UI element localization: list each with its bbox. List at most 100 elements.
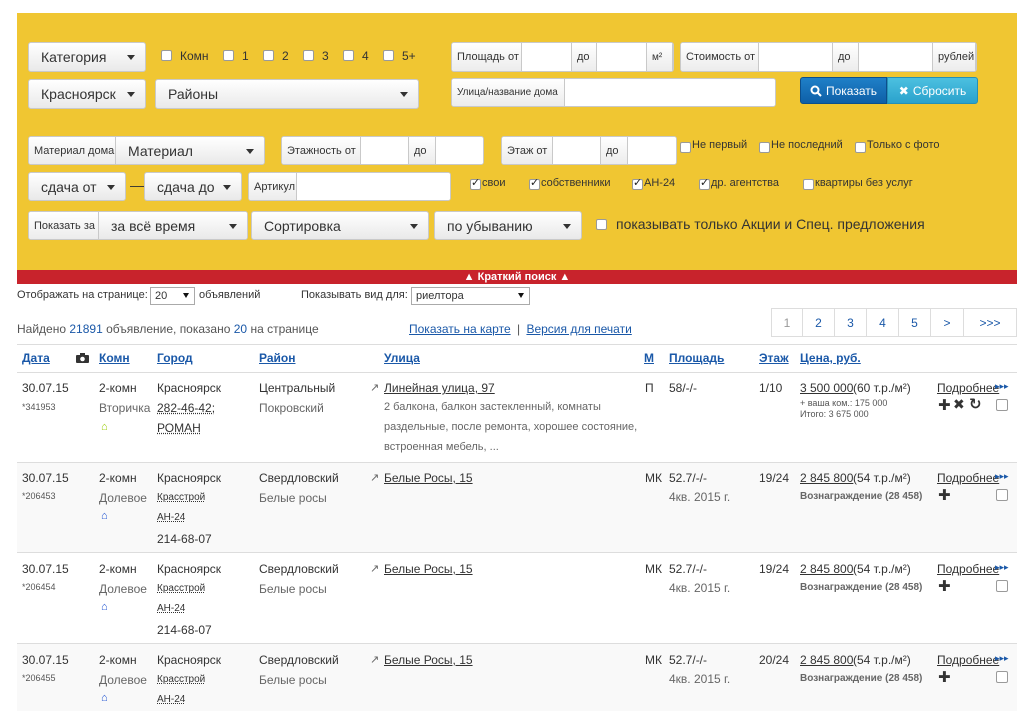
more-arrows-icon[interactable]: ▸▸▸: [995, 381, 1009, 392]
row-contact-name[interactable]: РОМАН: [157, 421, 201, 435]
article-input[interactable]: [297, 173, 450, 200]
with-photo-checkbox[interactable]: [855, 142, 866, 153]
row-area: 52.7/-/-: [669, 562, 708, 576]
rooms-checkbox[interactable]: [161, 50, 172, 61]
row-price[interactable]: 3 500 000: [800, 381, 853, 395]
row-desc-line: встроенная мебель, ...: [384, 441, 499, 453]
page-2[interactable]: 2: [802, 308, 835, 337]
row-contact-agency[interactable]: АН-24: [157, 512, 185, 523]
an24-checkbox[interactable]: [632, 176, 643, 190]
not-first-checkbox[interactable]: [680, 142, 691, 153]
price-from-label: Стоимость от: [681, 43, 759, 71]
row-select-checkbox[interactable]: [996, 580, 1008, 592]
area-to-input[interactable]: [597, 43, 647, 71]
add-icon[interactable]: ✚: [938, 396, 951, 414]
print-version-link[interactable]: Версия для печати: [526, 322, 631, 336]
row-price[interactable]: 2 845 800: [800, 562, 853, 576]
row-select-checkbox[interactable]: [996, 489, 1008, 501]
street-input[interactable]: [565, 79, 775, 106]
show-button[interactable]: Показать: [800, 77, 887, 104]
row-price[interactable]: 2 845 800: [800, 471, 853, 485]
row-city: Красноярск: [157, 653, 222, 667]
row-more-link[interactable]: Подробнее: [937, 471, 999, 485]
range-dash: —: [130, 177, 144, 193]
row-street-link[interactable]: Белые Росы, 15: [384, 653, 473, 667]
col-material[interactable]: М: [644, 351, 654, 365]
rooms-2-checkbox[interactable]: [263, 50, 274, 61]
rooms-5plus-checkbox[interactable]: [383, 50, 394, 61]
refresh-icon[interactable]: ↻: [969, 395, 982, 413]
row-street-link[interactable]: Белые Росы, 15: [384, 562, 473, 576]
no-fee-checkbox[interactable]: [803, 179, 814, 190]
show-on-map-link[interactable]: Показать на карте: [409, 322, 511, 336]
delivery-from-dropdown[interactable]: сдача от: [28, 172, 126, 201]
row-more-link[interactable]: Подробнее: [937, 653, 999, 667]
floors-to-input[interactable]: [436, 137, 483, 164]
page-1[interactable]: 1: [771, 308, 803, 337]
floors-from-input[interactable]: [361, 137, 409, 164]
sort-dropdown[interactable]: Сортировка: [251, 211, 429, 240]
more-arrows-icon[interactable]: ▸▸▸: [995, 562, 1009, 573]
not-first-label: Не первый: [692, 139, 748, 151]
other-agencies-checkbox[interactable]: [699, 176, 710, 190]
add-icon[interactable]: ✚: [938, 668, 951, 686]
row-select-checkbox[interactable]: [996, 671, 1008, 683]
category-dropdown[interactable]: Категория: [28, 42, 146, 72]
col-area[interactable]: Площадь: [669, 351, 724, 365]
order-dropdown[interactable]: по убыванию: [434, 211, 582, 240]
districts-dropdown[interactable]: Районы: [155, 79, 419, 109]
page-5[interactable]: 5: [898, 308, 931, 337]
city-dropdown[interactable]: Красноярск: [28, 79, 146, 109]
rooms-4-checkbox[interactable]: [343, 50, 354, 61]
page-3[interactable]: 3: [834, 308, 867, 337]
row-street-link[interactable]: Линейная улица, 97: [384, 381, 495, 395]
row-more-link[interactable]: Подробнее: [937, 381, 999, 395]
delivery-to-dropdown[interactable]: сдача до: [144, 172, 242, 201]
price-from-input[interactable]: [759, 43, 833, 71]
per-page-select[interactable]: 20: [150, 287, 195, 305]
row-more-link[interactable]: Подробнее: [937, 562, 999, 576]
col-district[interactable]: Район: [259, 351, 295, 365]
row-contact-phone[interactable]: 282-46-42;: [157, 401, 215, 415]
article-field: Артикул: [248, 172, 451, 201]
row-contact-company[interactable]: Красстрой: [157, 492, 205, 503]
row-street-link[interactable]: Белые Росы, 15: [384, 471, 473, 485]
reset-button[interactable]: ✖ Сбросить: [887, 77, 978, 104]
period-dropdown[interactable]: за всё время: [99, 212, 247, 239]
short-search-toggle[interactable]: ▲ Краткий поиск ▲: [17, 270, 1017, 284]
promo-only-checkbox[interactable]: [596, 219, 607, 230]
more-arrows-icon[interactable]: ▸▸▸: [995, 471, 1009, 482]
not-last-label: Не последний: [771, 139, 843, 151]
not-last-checkbox[interactable]: [759, 142, 770, 153]
own-checkbox[interactable]: [470, 176, 481, 190]
col-floor[interactable]: Этаж: [759, 351, 789, 365]
col-price[interactable]: Цена, руб.: [800, 351, 861, 365]
add-icon[interactable]: ✚: [938, 577, 951, 595]
row-contact-company[interactable]: Красстрой: [157, 674, 205, 685]
row-contact-agency[interactable]: АН-24: [157, 603, 185, 614]
col-street[interactable]: Улица: [384, 351, 420, 365]
page-4[interactable]: 4: [866, 308, 899, 337]
add-icon[interactable]: ✚: [938, 486, 951, 504]
material-dropdown[interactable]: Материал: [116, 137, 264, 164]
page-last[interactable]: >>>: [963, 308, 1017, 337]
page-next[interactable]: >: [930, 308, 964, 337]
row-contact-company[interactable]: Красстрой: [157, 583, 205, 594]
row-contact-agency[interactable]: АН-24: [157, 694, 185, 705]
owners-checkbox[interactable]: [529, 176, 540, 190]
close-icon[interactable]: ✖: [953, 396, 965, 413]
price-to-input[interactable]: [859, 43, 933, 71]
col-city[interactable]: Город: [157, 351, 193, 365]
rooms-1-checkbox[interactable]: [223, 50, 234, 61]
row-select-checkbox[interactable]: [996, 399, 1008, 411]
found-text-2: объявление, показано: [106, 322, 231, 336]
rooms-3-checkbox[interactable]: [303, 50, 314, 61]
floor-to-input[interactable]: [628, 137, 676, 164]
floor-from-input[interactable]: [553, 137, 601, 164]
col-rooms[interactable]: Комн: [99, 351, 130, 365]
view-select[interactable]: риелтора: [411, 287, 530, 305]
area-from-input[interactable]: [522, 43, 572, 71]
col-date[interactable]: Дата: [22, 351, 50, 365]
more-arrows-icon[interactable]: ▸▸▸: [995, 653, 1009, 664]
row-price[interactable]: 2 845 800: [800, 653, 853, 667]
